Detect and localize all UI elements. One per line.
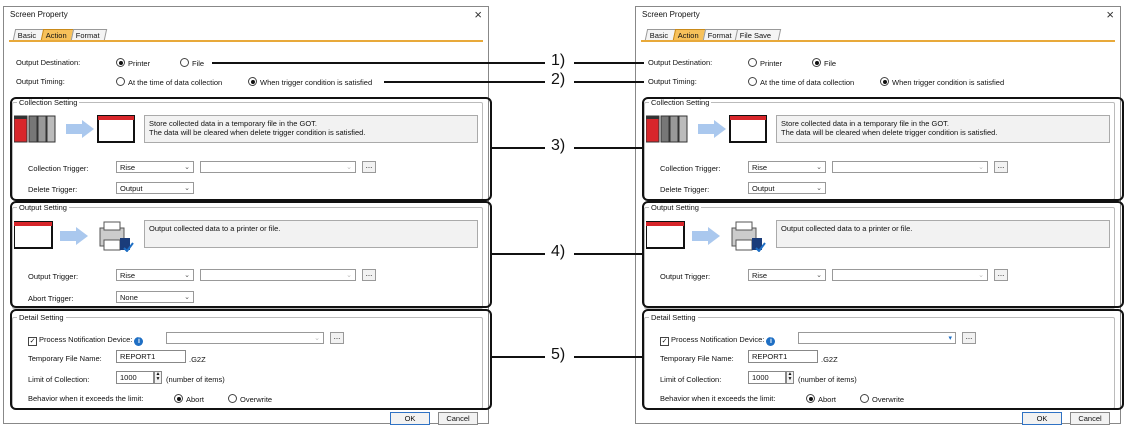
- callout-5-line-right: [574, 356, 642, 358]
- callout-2-label: 2): [551, 71, 566, 88]
- bracket-detail-right: [642, 309, 1124, 410]
- radio-icon: [116, 58, 125, 67]
- radio-data-collection[interactable]: At the time of data collection: [748, 77, 854, 87]
- tab-underline: [641, 40, 1115, 42]
- callout-5-label: 5): [551, 346, 566, 363]
- bracket-output-left: [10, 201, 492, 308]
- bracket-detail-left: [10, 309, 492, 410]
- dialog-title: Screen Property: [642, 10, 700, 19]
- radio-data-collection[interactable]: At the time of data collection: [116, 77, 222, 87]
- callout-3-line-left: [490, 147, 545, 149]
- callout-3-line-right: [574, 147, 642, 149]
- radio-file[interactable]: File: [812, 58, 836, 68]
- output-destination-label: Output Destination:: [648, 58, 713, 67]
- dialog-title: Screen Property: [10, 10, 68, 19]
- radio-icon: [812, 58, 821, 67]
- title-bar: Screen Property ×: [4, 7, 488, 23]
- radio-file[interactable]: File: [180, 58, 204, 68]
- callout-2-line-right: [574, 81, 644, 83]
- callout-4-line-left: [490, 253, 545, 255]
- cancel-button[interactable]: Cancel: [438, 412, 478, 425]
- callout-4-line-right: [574, 253, 642, 255]
- radio-icon: [180, 58, 189, 67]
- radio-icon: [116, 77, 125, 86]
- output-timing-label: Output Timing:: [648, 77, 697, 86]
- bracket-collection-left: [10, 97, 492, 201]
- output-destination-label: Output Destination:: [16, 58, 81, 67]
- tab-underline: [9, 40, 483, 42]
- close-icon[interactable]: ×: [474, 7, 482, 22]
- bracket-collection-right: [642, 97, 1124, 201]
- callout-2-line-left: [384, 81, 545, 83]
- callout-1-line-left: [212, 62, 545, 64]
- radio-trigger-satisfied[interactable]: When trigger condition is satisfied: [880, 77, 1004, 87]
- radio-icon: [748, 58, 757, 67]
- callout-5-line-left: [490, 356, 545, 358]
- output-timing-label: Output Timing:: [16, 77, 65, 86]
- callout-3-label: 3): [551, 137, 566, 154]
- radio-trigger-satisfied[interactable]: When trigger condition is satisfied: [248, 77, 372, 87]
- radio-printer[interactable]: Printer: [748, 58, 782, 68]
- callout-4-label: 4): [551, 243, 566, 260]
- radio-printer[interactable]: Printer: [116, 58, 150, 68]
- radio-icon: [880, 77, 889, 86]
- tab-file-save[interactable]: File Save: [734, 29, 782, 40]
- close-icon[interactable]: ×: [1106, 7, 1114, 22]
- title-bar: Screen Property ×: [636, 7, 1120, 23]
- ok-button[interactable]: OK: [1022, 412, 1062, 425]
- callout-1-label: 1): [551, 52, 566, 69]
- bracket-output-right: [642, 201, 1124, 308]
- tab-format[interactable]: Format: [70, 29, 108, 40]
- cancel-button[interactable]: Cancel: [1070, 412, 1110, 425]
- callout-1-line-right: [574, 62, 644, 64]
- radio-icon: [748, 77, 757, 86]
- radio-icon: [248, 77, 257, 86]
- ok-button[interactable]: OK: [390, 412, 430, 425]
- tab-format[interactable]: Format: [702, 29, 740, 40]
